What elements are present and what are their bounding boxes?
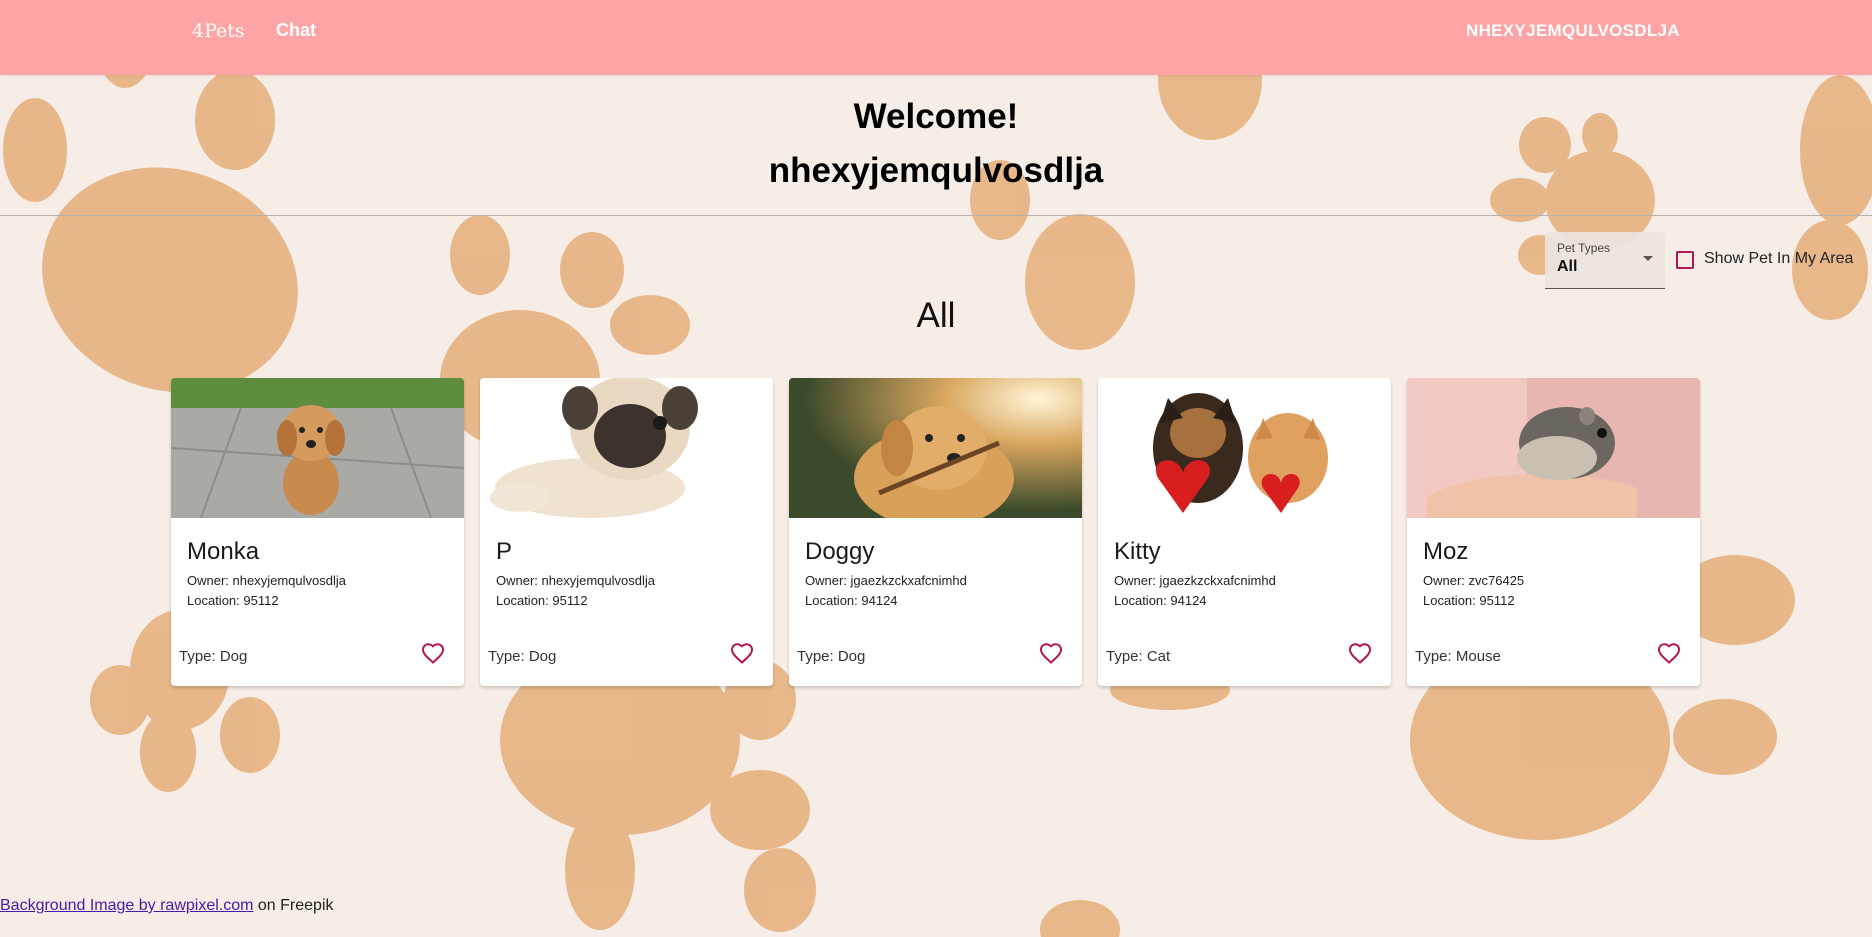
- section-title: All: [916, 296, 956, 335]
- pet-location: Location: 95112: [496, 593, 588, 608]
- pet-photo-golden-puppy: [171, 378, 464, 518]
- pet-location: Location: 95112: [187, 593, 279, 608]
- pet-type: Type: Dog: [797, 648, 866, 665]
- pet-type: Type: Cat: [1106, 648, 1171, 665]
- pet-type: Type: Dog: [179, 648, 248, 665]
- pet-name: Moz: [1423, 538, 1469, 565]
- pet-card[interactable]: Moz Owner: zvc76425 Location: 95112 Type…: [1407, 378, 1700, 686]
- pet-name: Monka: [187, 538, 260, 565]
- favorite-heart-icon[interactable]: [730, 642, 754, 666]
- show-pet-in-area-label[interactable]: Show Pet In My Area: [1704, 250, 1853, 268]
- pet-location: Location: 94124: [805, 593, 898, 608]
- pet-owner: Owner: jgaezkzckxafcnimhd: [805, 573, 967, 588]
- pet-card[interactable]: P Owner: nhexyjemqulvosdlja Location: 95…: [480, 378, 773, 686]
- pet-photo-golden-retriever: [789, 378, 1082, 518]
- pet-photo-puppy-and-kitten: [1098, 378, 1391, 518]
- header-divider: [0, 215, 1872, 216]
- brand-logo-link[interactable]: 4Pets: [192, 20, 245, 42]
- pet-card[interactable]: Doggy Owner: jgaezkzckxafcnimhd Location…: [789, 378, 1082, 686]
- pet-name: Kitty: [1114, 538, 1161, 565]
- show-pet-in-area-checkbox[interactable]: [1676, 251, 1694, 269]
- welcome-username: nhexyjemqulvosdlja: [768, 151, 1104, 190]
- nav-username-link[interactable]: NHEXYJEMQULVOSDLJA: [1466, 21, 1680, 41]
- pet-type: Type: Mouse: [1415, 648, 1501, 665]
- pet-card[interactable]: Monka Owner: nhexyjemqulvosdlja Location…: [171, 378, 464, 686]
- pet-types-value: All: [1557, 258, 1578, 275]
- favorite-heart-icon[interactable]: [1348, 642, 1372, 666]
- favorite-heart-icon[interactable]: [421, 642, 445, 666]
- pet-name: P: [496, 538, 513, 565]
- pet-owner: Owner: jgaezkzckxafcnimhd: [1114, 573, 1276, 588]
- favorite-heart-icon[interactable]: [1039, 642, 1063, 666]
- pet-types-label: Pet Types: [1557, 241, 1611, 255]
- background-credit-link[interactable]: Background Image by rawpixel.com: [0, 897, 253, 914]
- pet-types-select[interactable]: Pet Types All: [1545, 232, 1665, 289]
- welcome-heading: Welcome!: [853, 97, 1019, 136]
- pet-name: Doggy: [805, 538, 875, 565]
- pet-photo-pug: [480, 378, 773, 518]
- background-credit-suffix: on Freepik: [253, 897, 334, 914]
- nav-chat-link[interactable]: Chat: [276, 20, 316, 41]
- pet-owner: Owner: zvc76425: [1423, 573, 1525, 588]
- pet-owner: Owner: nhexyjemqulvosdlja: [496, 573, 655, 588]
- pet-location: Location: 95112: [1423, 593, 1515, 608]
- favorite-heart-icon[interactable]: [1657, 642, 1681, 666]
- pet-photo-hamster: [1407, 378, 1700, 518]
- dropdown-arrow-icon: [1643, 256, 1653, 261]
- pet-card[interactable]: Kitty Owner: jgaezkzckxafcnimhd Location…: [1098, 378, 1391, 686]
- background-credit: Background Image by rawpixel.com on Free…: [0, 897, 334, 915]
- pet-type: Type: Dog: [488, 648, 557, 665]
- pet-location: Location: 94124: [1114, 593, 1207, 608]
- pet-owner: Owner: nhexyjemqulvosdlja: [187, 573, 346, 588]
- top-navbar: 4Pets Chat NHEXYJEMQULVOSDLJA: [0, 0, 1872, 75]
